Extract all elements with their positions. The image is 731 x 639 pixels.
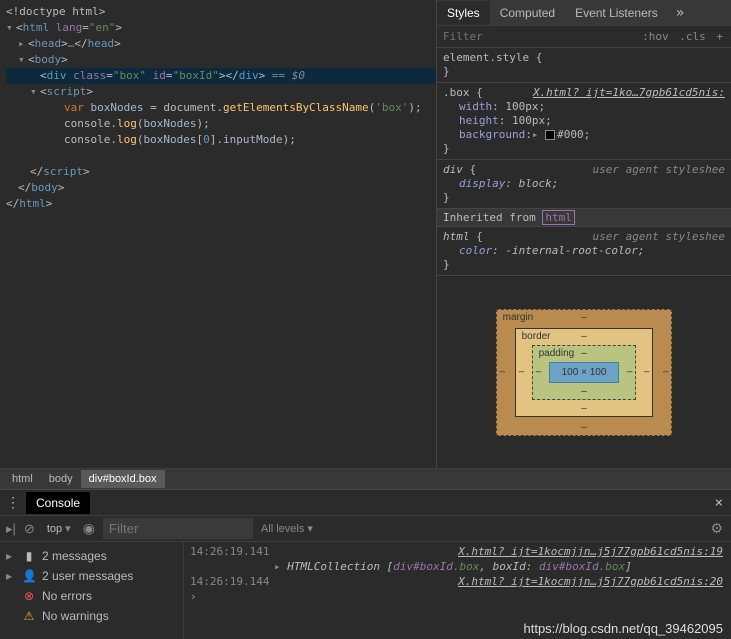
tab-computed[interactable]: Computed bbox=[490, 1, 565, 25]
console-filter-input[interactable] bbox=[103, 518, 253, 539]
dom-tree[interactable]: <!doctype html> ▾<html lang="en"> ▸<head… bbox=[0, 0, 436, 216]
styles-panel: Styles Computed Event Listeners » :hov .… bbox=[436, 0, 731, 468]
inherited-from: Inherited from html bbox=[437, 209, 731, 227]
live-expression-icon[interactable]: ◉ bbox=[83, 520, 95, 537]
gear-icon[interactable]: ⚙ bbox=[710, 520, 723, 537]
sidebar-errors[interactable]: ⊗No errors bbox=[0, 586, 183, 606]
tabs-more-icon[interactable]: » bbox=[668, 5, 692, 21]
watermark: https://blog.csdn.net/qq_39462095 bbox=[524, 621, 724, 636]
breadcrumb: html body div#boxId.box bbox=[0, 468, 731, 490]
sidebar-messages[interactable]: ▸▮2 messages bbox=[0, 546, 183, 566]
content-size: 100 × 100 bbox=[549, 362, 620, 383]
console-header: ⋮ Console × bbox=[0, 490, 731, 516]
console-tab[interactable]: Console bbox=[26, 492, 90, 514]
html-rule[interactable]: user agent styleshee html { color: -inte… bbox=[437, 227, 731, 276]
sidebar-toggle-icon[interactable]: ▸| bbox=[6, 521, 16, 537]
warning-icon: ⚠ bbox=[22, 609, 36, 623]
timestamp: 14:26:19.141 bbox=[190, 544, 270, 559]
timestamp: 14:26:19.144 bbox=[190, 574, 270, 589]
element-style-rule[interactable]: element.style {} bbox=[437, 48, 731, 83]
source-link[interactable]: X.html? ijt=1ko…7gpb61cd5nis: bbox=[533, 86, 725, 99]
elements-panel: <!doctype html> ▾<html lang="en"> ▸<head… bbox=[0, 0, 436, 468]
console-prompt[interactable]: › bbox=[184, 589, 731, 604]
clear-icon[interactable]: ⊘ bbox=[24, 521, 35, 537]
expand-icon[interactable]: ▾ bbox=[18, 52, 28, 68]
styles-tabs: Styles Computed Event Listeners » bbox=[437, 0, 731, 26]
error-icon: ⊗ bbox=[22, 589, 36, 603]
selected-element[interactable]: <div class="box" id="boxId"></div> == $0 bbox=[6, 68, 436, 84]
close-icon[interactable]: × bbox=[715, 495, 723, 511]
console-menu-icon[interactable]: ⋮ bbox=[0, 495, 26, 511]
tab-styles[interactable]: Styles bbox=[437, 1, 490, 25]
add-rule-button[interactable]: + bbox=[716, 30, 723, 43]
sidebar-user[interactable]: ▸👤2 user messages bbox=[0, 566, 183, 586]
color-swatch[interactable] bbox=[545, 130, 555, 140]
console-toolbar: ▸| ⊘ top ▾ ◉ All levels ▾ ⚙ bbox=[0, 516, 731, 542]
user-icon: 👤 bbox=[22, 569, 36, 583]
messages-icon: ▮ bbox=[22, 549, 36, 563]
styles-filter-input[interactable] bbox=[437, 27, 634, 46]
cls-button[interactable]: .cls bbox=[679, 30, 706, 43]
sidebar-warnings[interactable]: ⚠No warnings bbox=[0, 606, 183, 626]
source-link[interactable]: X.html? ijt=1kocmjjn…j5j77gpb61cd5nis:20 bbox=[458, 574, 723, 589]
context-select[interactable]: top ▾ bbox=[43, 522, 75, 535]
source-link[interactable]: X.html? ijt=1kocmjjn…j5j77gpb61cd5nis:19 bbox=[458, 544, 723, 559]
div-rule[interactable]: user agent styleshee div { display: bloc… bbox=[437, 160, 731, 209]
bc-body[interactable]: body bbox=[41, 470, 81, 488]
expand-icon[interactable]: ▾ bbox=[6, 20, 16, 36]
bc-div[interactable]: div#boxId.box bbox=[81, 470, 165, 488]
expand-icon[interactable]: ▾ bbox=[30, 84, 40, 100]
box-rule[interactable]: X.html? ijt=1ko…7gpb61cd5nis: .box { wid… bbox=[437, 83, 731, 160]
bc-html[interactable]: html bbox=[4, 470, 41, 488]
expand-icon[interactable]: ▸ bbox=[18, 36, 28, 52]
levels-select[interactable]: All levels ▾ bbox=[261, 522, 313, 535]
ua-label: user agent styleshee bbox=[593, 163, 725, 177]
tab-listeners[interactable]: Event Listeners bbox=[565, 1, 668, 25]
box-model[interactable]: margin – – – – border – – – – padding – … bbox=[437, 276, 731, 468]
console-sidebar: ▸▮2 messages ▸👤2 user messages ⊗No error… bbox=[0, 542, 184, 639]
expand-icon[interactable]: ▸ bbox=[274, 560, 281, 573]
doctype[interactable]: <!doctype html> bbox=[6, 5, 105, 18]
hov-button[interactable]: :hov bbox=[642, 30, 669, 43]
